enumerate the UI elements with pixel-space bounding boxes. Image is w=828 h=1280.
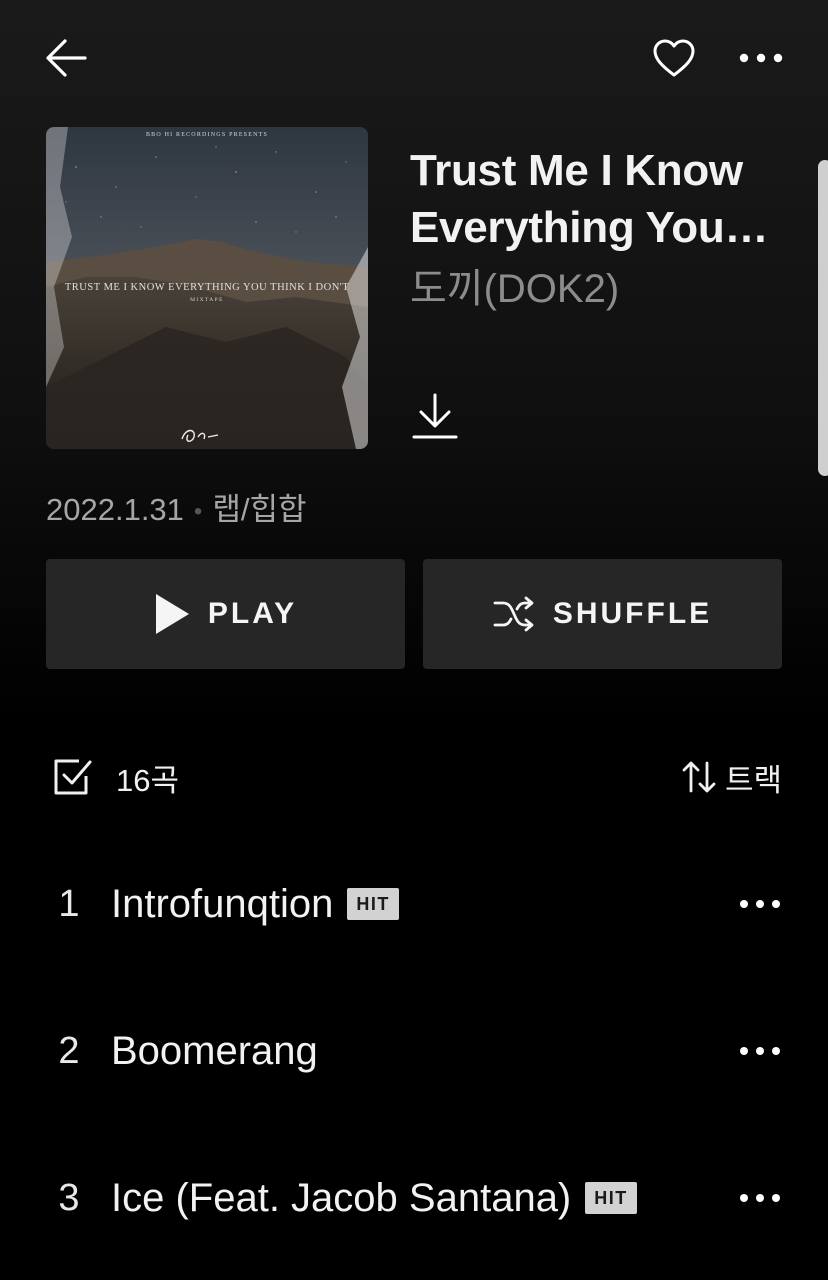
sort-label: 트랙 xyxy=(724,762,782,798)
cover-subtitle-text: MIXTAPE xyxy=(190,297,224,303)
track-number: 3 xyxy=(58,1177,80,1219)
heart-icon xyxy=(653,39,695,77)
track-info: Introfunqtion HIT xyxy=(111,854,399,954)
album-cover-art: BBO HI RECORDINGS PRESENTS TRUST ME I KN… xyxy=(46,127,368,449)
track-more-button[interactable] xyxy=(734,1172,786,1224)
play-icon xyxy=(155,594,189,634)
album-artist-link[interactable]: 도끼(DOK2) xyxy=(410,265,790,313)
more-horizontal-icon xyxy=(739,53,783,63)
sort-arrows-icon xyxy=(682,761,716,793)
play-label: PLAY xyxy=(207,597,298,630)
track-title: Introfunqtion xyxy=(111,881,334,926)
more-horizontal-icon xyxy=(740,900,780,908)
back-button[interactable] xyxy=(40,32,92,84)
download-icon xyxy=(412,393,458,439)
track-more-button[interactable] xyxy=(734,1025,786,1077)
track-info: Boomerang xyxy=(111,1001,318,1101)
more-options-button[interactable] xyxy=(734,32,788,84)
track-row[interactable]: 1 Introfunqtion HIT xyxy=(0,854,828,954)
album-cover[interactable]: BBO HI RECORDINGS PRESENTS TRUST ME I KN… xyxy=(46,127,368,449)
track-row[interactable]: 3 Ice (Feat. Jacob Santana) HIT xyxy=(0,1148,828,1248)
like-button[interactable] xyxy=(648,32,700,84)
album-genre: 랩/힙합 xyxy=(212,492,307,527)
hit-badge: HIT xyxy=(347,888,399,920)
shuffle-label: SHUFFLE xyxy=(552,597,713,630)
album-meta: 2022.1.31 • 랩/힙합 xyxy=(46,490,307,532)
hit-badge: HIT xyxy=(585,1182,637,1214)
track-count: 16곡 xyxy=(116,762,180,798)
play-button[interactable]: PLAY xyxy=(46,559,405,669)
track-title: Boomerang xyxy=(111,1028,318,1073)
shuffle-icon xyxy=(493,596,534,632)
track-title: Ice (Feat. Jacob Santana) xyxy=(111,1175,572,1220)
meta-separator: • xyxy=(193,497,203,525)
cover-title-text: TRUST ME I KNOW EVERYTHING YOU THINK I D… xyxy=(65,282,349,293)
more-horizontal-icon xyxy=(740,1047,780,1055)
shuffle-button[interactable]: SHUFFLE xyxy=(423,559,782,669)
download-button[interactable] xyxy=(408,388,462,444)
select-all-button[interactable]: 16곡 xyxy=(52,756,179,798)
sort-button[interactable]: 트랙 xyxy=(681,756,782,798)
more-horizontal-icon xyxy=(740,1194,780,1202)
scroll-handle[interactable] xyxy=(818,160,828,476)
cover-top-text: BBO HI RECORDINGS PRESENTS xyxy=(146,132,268,138)
checkbox-icon xyxy=(54,759,92,795)
track-info: Ice (Feat. Jacob Santana) HIT xyxy=(111,1148,637,1248)
track-number: 1 xyxy=(58,883,80,925)
arrow-left-icon xyxy=(46,39,87,77)
track-more-button[interactable] xyxy=(734,878,786,930)
track-row[interactable]: 2 Boomerang xyxy=(0,1001,828,1101)
album-title: Trust Me I Know Everything You Think I D… xyxy=(410,146,743,252)
release-date: 2022.1.31 xyxy=(46,492,184,527)
track-number: 2 xyxy=(58,1030,80,1072)
